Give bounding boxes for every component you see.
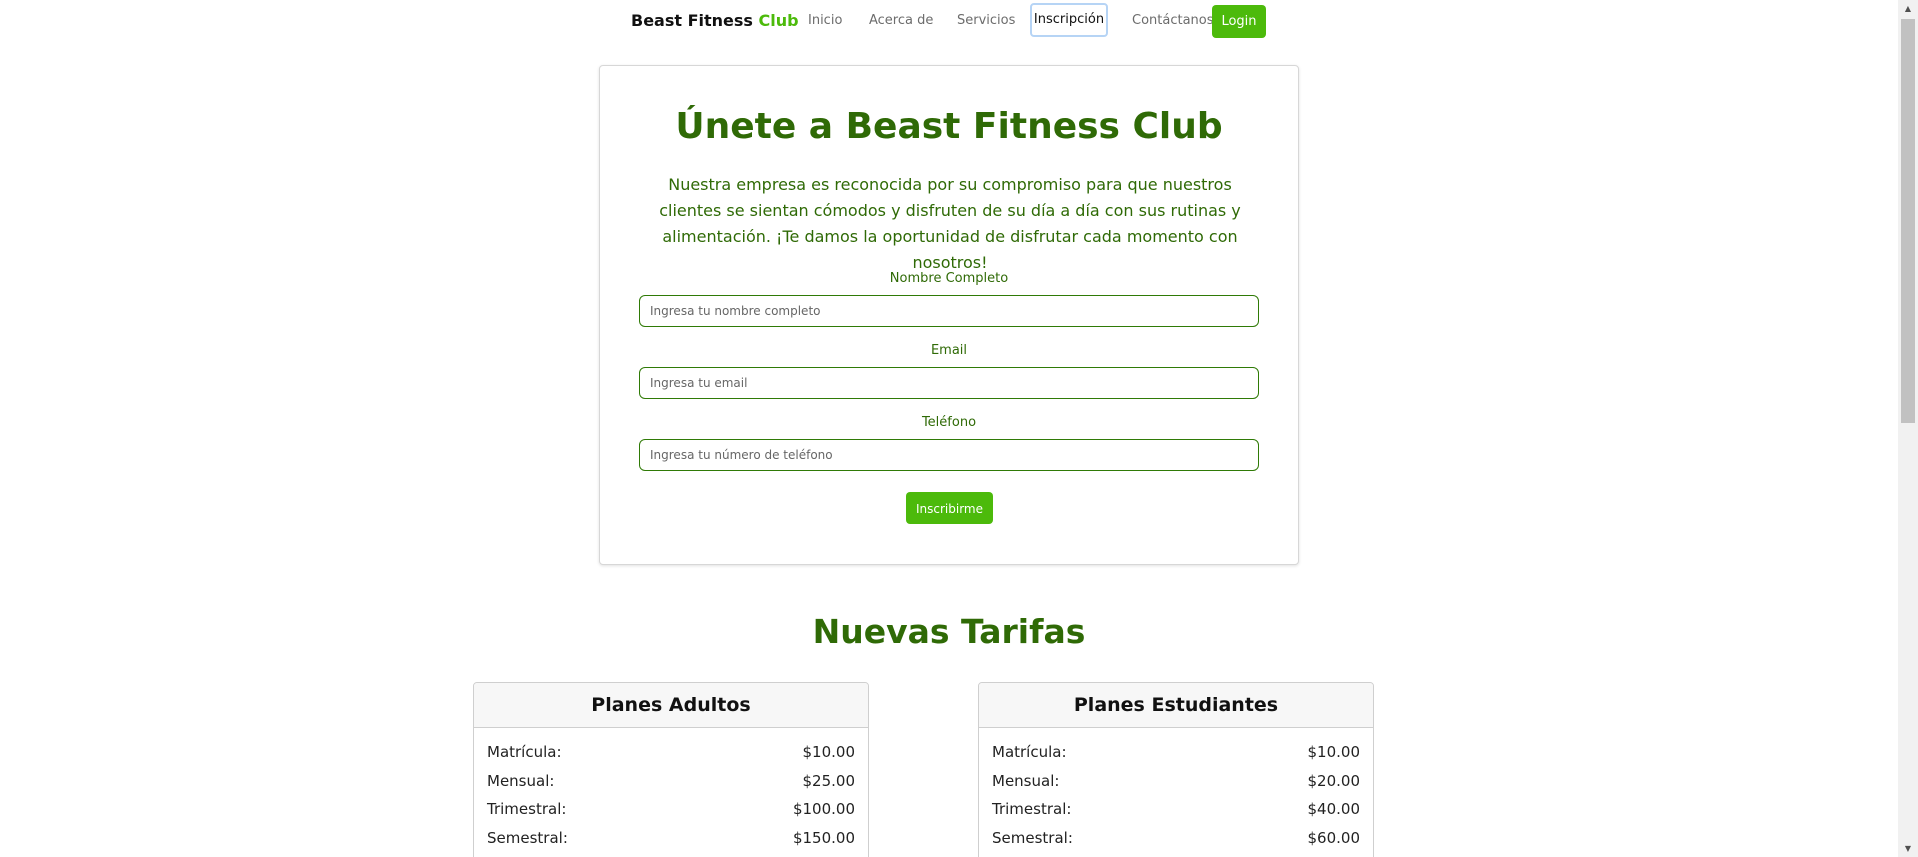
- signup-description: Nuestra empresa es reconocida por su com…: [659, 175, 1241, 272]
- brand-name: Beast Fitness: [631, 11, 753, 30]
- plan-row-price: $10.00: [1307, 743, 1361, 761]
- phone-label: Teléfono: [921, 415, 977, 430]
- plan-row-label: Trimestral:: [487, 800, 567, 818]
- plan-row: Mensual: $20.00: [979, 767, 1373, 796]
- scroll-thumb[interactable]: [1901, 19, 1915, 423]
- nav-link-acerca-de[interactable]: Acerca de: [869, 13, 933, 28]
- login-button[interactable]: Login: [1212, 5, 1266, 38]
- full-name-input[interactable]: [639, 295, 1259, 327]
- nav-link-inicio[interactable]: Inicio: [808, 13, 842, 28]
- navbar: Beast Fitness Club Inicio Acerca de Serv…: [0, 0, 1898, 43]
- nav-link-servicios[interactable]: Servicios: [957, 13, 1015, 28]
- plan-row-price: $10.00: [802, 743, 856, 761]
- plan-row-label: Matrícula:: [487, 743, 562, 761]
- plan-card-header: Planes Adultos: [474, 683, 868, 728]
- plan-row-price: $25.00: [802, 771, 856, 790]
- plan-row-label: Semestral:: [992, 828, 1073, 847]
- plan-row-label: Matrícula:: [992, 743, 1067, 761]
- signup-card: Únete a Beast Fitness Club Nuestra empre…: [599, 65, 1299, 565]
- plan-row-price: $60.00: [1307, 828, 1361, 847]
- plan-row: Matrícula: $10.00: [979, 738, 1373, 767]
- scroll-up-arrow-icon[interactable]: ▲: [1898, 0, 1918, 17]
- nav-link-contactanos[interactable]: Contáctanos: [1132, 13, 1214, 28]
- email-label: Email: [930, 343, 968, 358]
- plan-row-price: $100.00: [792, 800, 855, 818]
- plan-row-price: $150.00: [792, 828, 855, 847]
- phone-input[interactable]: [639, 439, 1259, 471]
- nav-link-inscripcion[interactable]: Inscripción: [1030, 3, 1108, 37]
- plan-row: Semestral: $60.00: [979, 824, 1373, 853]
- plan-row-label: Semestral:: [487, 828, 568, 847]
- plan-card-header: Planes Estudiantes: [979, 683, 1373, 728]
- page: Beast Fitness Club Inicio Acerca de Serv…: [0, 0, 1918, 857]
- plan-row: Semestral: $150.00: [474, 824, 868, 853]
- brand-logo[interactable]: Beast Fitness Club: [631, 11, 799, 30]
- plan-row: Trimestral: $40.00: [979, 795, 1373, 824]
- plan-row: Trimestral: $100.00: [474, 795, 868, 824]
- full-name-label: Nombre Completo: [889, 271, 1009, 286]
- plan-row: Mensual: $25.00: [474, 767, 868, 796]
- pricing-title: Nuevas Tarifas: [812, 612, 1086, 651]
- plan-row-label: Mensual:: [487, 771, 555, 790]
- plan-row-price: $20.00: [1307, 771, 1361, 790]
- scrollbar[interactable]: ▲ ▼: [1898, 0, 1918, 857]
- email-input[interactable]: [639, 367, 1259, 399]
- plan-row: Matrícula: $10.00: [474, 738, 868, 767]
- plan-card-adults: Planes Adultos Matrícula: $10.00 Mensual…: [473, 682, 869, 857]
- brand-name-accent: Club: [758, 11, 799, 30]
- plan-row-label: Trimestral:: [992, 800, 1072, 818]
- scroll-down-arrow-icon[interactable]: ▼: [1898, 840, 1918, 857]
- submit-button[interactable]: Inscribirme: [906, 492, 993, 524]
- plan-row-price: $40.00: [1307, 800, 1361, 818]
- plan-card-students: Planes Estudiantes Matrícula: $10.00 Men…: [978, 682, 1374, 857]
- plan-row-label: Mensual:: [992, 771, 1060, 790]
- signup-title: Únete a Beast Fitness Club: [675, 106, 1223, 147]
